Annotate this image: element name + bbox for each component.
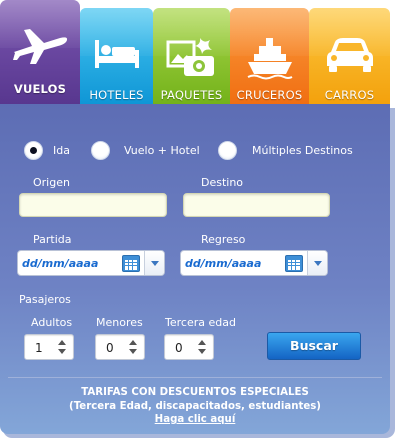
- passengers-label: Pasajeros: [19, 293, 71, 306]
- ship-icon: [246, 36, 294, 84]
- tab-label: PAQUETES: [160, 88, 223, 102]
- return-label: Regreso: [201, 233, 246, 246]
- origin-input[interactable]: [19, 193, 167, 217]
- adults-stepper[interactable]: 1: [24, 334, 74, 360]
- return-date-field[interactable]: dd/mm/aaaa: [180, 250, 328, 276]
- destination-label: Destino: [201, 176, 244, 189]
- radio-selected-dot: [30, 147, 37, 154]
- tab-label: HOTELES: [89, 88, 144, 102]
- airplane-icon: [10, 22, 70, 70]
- calendar-grid: [125, 260, 137, 270]
- destination-input[interactable]: [183, 193, 330, 217]
- tab-carros[interactable]: CARROS: [309, 8, 390, 104]
- tab-bar: VUELOS HOTELES PAQUETES CRUCEROS CARROS: [0, 0, 400, 104]
- bed-icon: [92, 36, 142, 76]
- stepper-arrows-icon[interactable]: [195, 338, 209, 356]
- seniors-label: Tercera edad: [165, 316, 236, 329]
- origin-label: Origen: [33, 176, 70, 189]
- divider: [8, 377, 382, 378]
- departure-dropdown-button[interactable]: [144, 251, 164, 275]
- promo-link[interactable]: Haga clic aquí: [155, 414, 236, 425]
- radio-vuelo-hotel[interactable]: [91, 141, 110, 160]
- search-button[interactable]: Buscar: [267, 332, 361, 360]
- radio-label-ida: Ida: [53, 144, 70, 157]
- adults-label: Adultos: [31, 316, 73, 329]
- seniors-stepper[interactable]: 0: [164, 334, 214, 360]
- adults-value: 1: [35, 341, 43, 355]
- seniors-value: 0: [175, 341, 183, 355]
- departure-date-value: dd/mm/aaaa: [22, 257, 99, 270]
- minors-stepper[interactable]: 0: [95, 334, 145, 360]
- minors-value: 0: [106, 341, 114, 355]
- promo-title: TARIFAS CON DESCUENTOS ESPECIALES: [81, 387, 309, 398]
- tab-hoteles[interactable]: HOTELES: [80, 8, 153, 104]
- calendar-icon[interactable]: [122, 255, 140, 272]
- tab-label: VUELOS: [13, 82, 67, 96]
- promo-link-row: Haga clic aquí: [0, 414, 390, 425]
- radio-label-vuelo-hotel: Vuelo + Hotel: [124, 144, 200, 157]
- car-icon: [325, 36, 375, 78]
- tab-label: CRUCEROS: [236, 88, 303, 102]
- departure-label: Partida: [33, 233, 72, 246]
- calendar-icon[interactable]: [285, 255, 303, 272]
- radio-ida[interactable]: [24, 141, 43, 160]
- return-dropdown-button[interactable]: [307, 251, 327, 275]
- departure-date-field[interactable]: dd/mm/aaaa: [17, 250, 165, 276]
- stepper-arrows-icon[interactable]: [126, 338, 140, 356]
- promo-subtitle: (Tercera Edad, discapacitados, estudiant…: [69, 401, 321, 412]
- tab-cruceros[interactable]: CRUCEROS: [230, 8, 309, 104]
- stepper-arrows-icon[interactable]: [55, 338, 69, 356]
- calendar-grid: [288, 260, 300, 270]
- photos-camera-icon: [166, 36, 218, 82]
- tab-paquetes[interactable]: PAQUETES: [153, 8, 230, 104]
- radio-label-multiples-destinos: Múltiples Destinos: [252, 144, 353, 157]
- minors-label: Menores: [96, 316, 143, 329]
- tab-label: CARROS: [324, 88, 375, 102]
- radio-multiples-destinos[interactable]: [218, 141, 237, 160]
- tab-vuelos[interactable]: VUELOS: [0, 0, 80, 104]
- return-date-value: dd/mm/aaaa: [185, 257, 262, 270]
